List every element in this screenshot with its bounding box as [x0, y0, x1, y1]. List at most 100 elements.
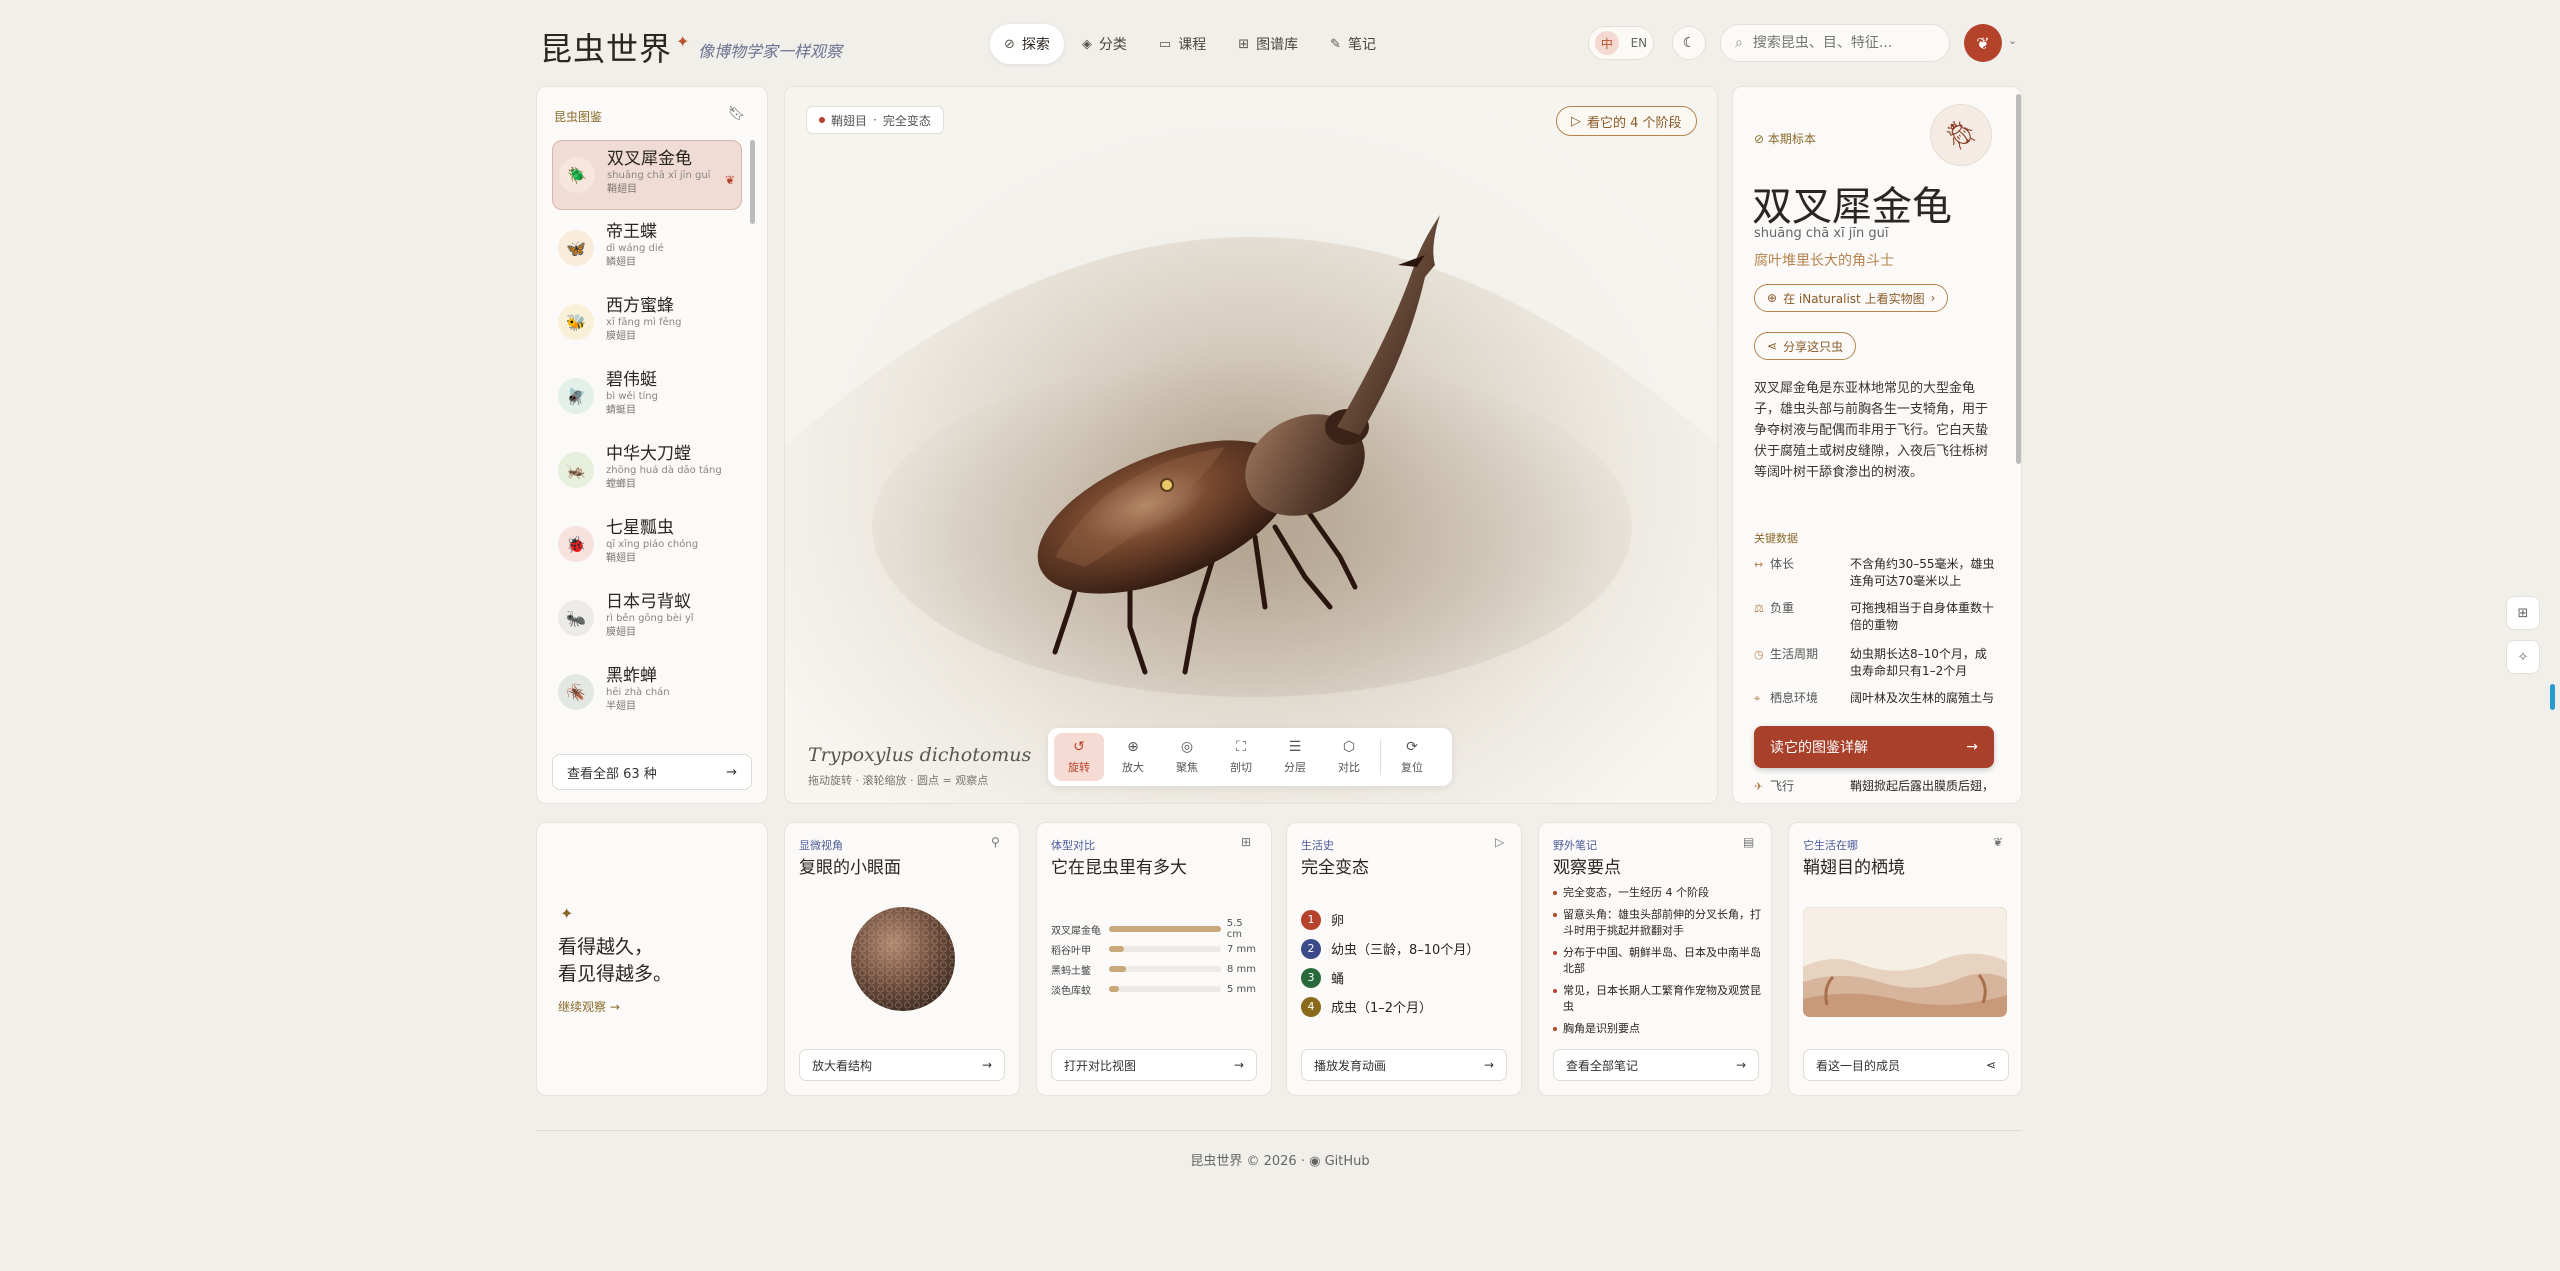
- size-value: 5.5 cm: [1226, 918, 1243, 940]
- arrow-right-icon: →: [726, 764, 737, 780]
- size-bar-track: [1109, 946, 1221, 952]
- search-input[interactable]: [1752, 35, 1923, 51]
- sparkle-icon: ✦: [676, 32, 690, 51]
- fact-row: ✈ 飞行 鞘翅掀起后露出膜质后翅，: [1754, 778, 1996, 795]
- compass-icon: ⊘: [1004, 36, 1015, 52]
- view-stages-button[interactable]: ▷ 看它的 4 个阶段: [1556, 106, 1697, 136]
- card-tag: 体型对比: [1051, 839, 1095, 852]
- sidebar-item-order: 膜翅目: [606, 627, 636, 638]
- fact-value: 阔叶林及次生林的腐殖土与: [1850, 691, 1995, 705]
- grid-icon: ⊞: [1238, 36, 1250, 52]
- sidebar-item[interactable]: 🐝 西方蜜蜂 xī fāng mì fēng 膜翅目: [552, 288, 742, 358]
- tool-0[interactable]: ↺ 旋转: [1054, 733, 1104, 781]
- sidebar-item-order: 螳螂目: [606, 479, 636, 490]
- tool-label: 分层: [1284, 761, 1306, 774]
- tool-icon: ⟳: [1406, 739, 1418, 755]
- avatar[interactable]: ❦: [1964, 24, 2002, 62]
- nav-explore[interactable]: ⊘ 探索: [990, 24, 1064, 64]
- sidebar-item[interactable]: 🪰 碧伟蜓 bì wěi tíng 蜻蜓目: [552, 362, 742, 432]
- leaf-icon[interactable]: ❦: [1993, 835, 2003, 849]
- language-switch[interactable]: 中 EN: [1588, 26, 1654, 60]
- sidebar-item[interactable]: 🦗 中华大刀螳 zhōng huá dà dāo táng 螳螂目: [552, 436, 742, 506]
- size-label: 黑蚂土鳖: [1051, 965, 1091, 977]
- separator: ·: [873, 113, 877, 127]
- bookmark-icon[interactable]: 🔖︎: [728, 106, 746, 122]
- chevron-down-icon[interactable]: ⌄: [2008, 34, 2017, 47]
- inaturalist-button[interactable]: ⊕ 在 iNaturalist 上看实物图 ›: [1754, 284, 1949, 312]
- tool-2[interactable]: ◎ 聚焦: [1162, 733, 1212, 781]
- tool-5[interactable]: ⬡ 对比: [1324, 733, 1374, 781]
- sidebar-item-name: 帝王蝶: [606, 222, 657, 242]
- button-label: 放大看结构: [812, 1058, 873, 1073]
- view-all-notes-button[interactable]: 查看全部笔记 →: [1553, 1049, 1759, 1081]
- size-bar-fill: [1109, 966, 1126, 972]
- footer: 昆虫世界 © 2026 · ◉ GitHub: [1190, 1154, 1370, 1169]
- fact-value: 鞘翅掀起后露出膜质后翅，: [1850, 779, 1995, 793]
- grid-icon[interactable]: ⊞: [1241, 835, 1251, 849]
- sidebar-item-order: 蜻蜓目: [606, 405, 636, 416]
- main-nav: ⊘ 探索 ◈ 分类 ▭ 课程 ⊞ 图谱库 ✎ 笔记: [990, 24, 1390, 64]
- lang-zh[interactable]: 中: [1594, 31, 1619, 55]
- size-value: 5 mm: [1227, 983, 1257, 995]
- sidebar-title: 昆虫图鉴: [554, 110, 603, 124]
- sidebar-item-name: 西方蜜蜂: [606, 296, 674, 316]
- nav-label: 课程: [1178, 37, 1207, 53]
- tool-3[interactable]: ⛶ 剖切: [1216, 733, 1266, 781]
- nav-notes[interactable]: ✎ 笔记: [1316, 24, 1390, 64]
- beetle-model[interactable]: [785, 87, 1718, 804]
- app-logo[interactable]: 昆虫世界: [540, 24, 672, 70]
- github-link[interactable]: GitHub: [1325, 1154, 1370, 1169]
- sidebar-item[interactable]: 🪳 黑蚱蝉 hēi zhà chán 半翅目: [552, 658, 742, 728]
- zoom-structure-button[interactable]: 放大看结构 →: [799, 1049, 1005, 1081]
- nav-label: 分类: [1098, 37, 1127, 53]
- sidebar-item-text: 七星瓢虫 qī xīng piáo chóng 鞘翅目: [606, 518, 698, 566]
- sidebar-item-name: 七星瓢虫: [606, 518, 674, 538]
- card-title: 观察要点: [1553, 858, 1621, 878]
- grid-icon: ⊞: [2517, 605, 2529, 621]
- read-guide-button[interactable]: 读它的图鉴详解 →: [1754, 726, 1994, 768]
- sidebar-item[interactable]: 🐞 七星瓢虫 qī xīng piáo chóng 鞘翅目: [552, 510, 742, 580]
- tool-1[interactable]: ⊕ 放大: [1108, 733, 1158, 781]
- search-box[interactable]: ⌕: [1720, 24, 1950, 62]
- share-icon: ⋖: [1767, 339, 1778, 353]
- model-viewer[interactable]: [784, 86, 1718, 804]
- nav-courses[interactable]: ▭ 课程: [1145, 24, 1220, 64]
- lang-en[interactable]: EN: [1631, 36, 1648, 50]
- magic-tool-button[interactable]: ✧: [2506, 640, 2540, 674]
- card-tag: 显微视角: [799, 839, 843, 852]
- share-button[interactable]: ⋖ 分享这只虫: [1754, 332, 1857, 360]
- lifecycle-stage: 1卵: [1301, 905, 1511, 934]
- nav-label: 图谱库: [1256, 37, 1299, 53]
- tool-label: 旋转: [1068, 761, 1090, 774]
- continue-link[interactable]: 继续观察 →: [558, 998, 620, 1015]
- view-all-button[interactable]: 查看全部 63 种 →: [552, 754, 752, 790]
- specimen-pinyin: shuāng chā xī jīn guī: [1754, 226, 1889, 241]
- insect-icon: 🦋: [558, 230, 594, 266]
- open-compare-button[interactable]: 打开对比视图 →: [1051, 1049, 1257, 1081]
- tool-4[interactable]: ☰ 分层: [1270, 733, 1320, 781]
- play-icon[interactable]: ▷: [1495, 835, 1504, 849]
- sidebar-item[interactable]: 🐜 日本弓背蚁 rì běn gōng bèi yǐ 膜翅目: [552, 584, 742, 654]
- microscope-icon[interactable]: ⚲: [991, 835, 1000, 849]
- tool-6[interactable]: ⟳ 复位: [1387, 733, 1437, 781]
- sidebar-item[interactable]: 🦋 帝王蝶 dì wáng dié 鳞翅目: [552, 214, 742, 284]
- stage-label: 成虫（1–2个月）: [1331, 1001, 1433, 1016]
- note-icon[interactable]: ▤: [1743, 835, 1754, 849]
- sidebar-item-order: 膜翅目: [606, 331, 636, 342]
- panel-scrollbar[interactable]: [2016, 94, 2021, 464]
- sidebar-item[interactable]: 🪲 双叉犀金龟 shuāng chā xī jīn guī 鞘翅目 ❦: [552, 140, 742, 210]
- toolbar-separator: [1380, 739, 1381, 775]
- nav-taxonomy[interactable]: ◈ 分类: [1068, 24, 1141, 64]
- nav-gallery[interactable]: ⊞ 图谱库: [1224, 24, 1312, 64]
- play-animation-button[interactable]: 播放发育动画 →: [1301, 1049, 1507, 1081]
- theme-toggle-button[interactable]: ☾: [1672, 26, 1706, 60]
- grid-tool-button[interactable]: ⊞: [2506, 596, 2540, 630]
- sidebar-scrollbar[interactable]: [750, 140, 755, 224]
- insect-icon: 🐞: [558, 526, 594, 562]
- stage-number: 3: [1301, 967, 1321, 988]
- view-order-members-button[interactable]: 看这一目的成员 ⋖: [1803, 1049, 2009, 1081]
- button-label: 看这一目的成员: [1816, 1058, 1901, 1073]
- tool-icon: ⛶: [1236, 739, 1246, 755]
- sidebar-item-text: 西方蜜蜂 xī fāng mì fēng 膜翅目: [606, 296, 681, 344]
- stage-number: 4: [1301, 996, 1321, 1017]
